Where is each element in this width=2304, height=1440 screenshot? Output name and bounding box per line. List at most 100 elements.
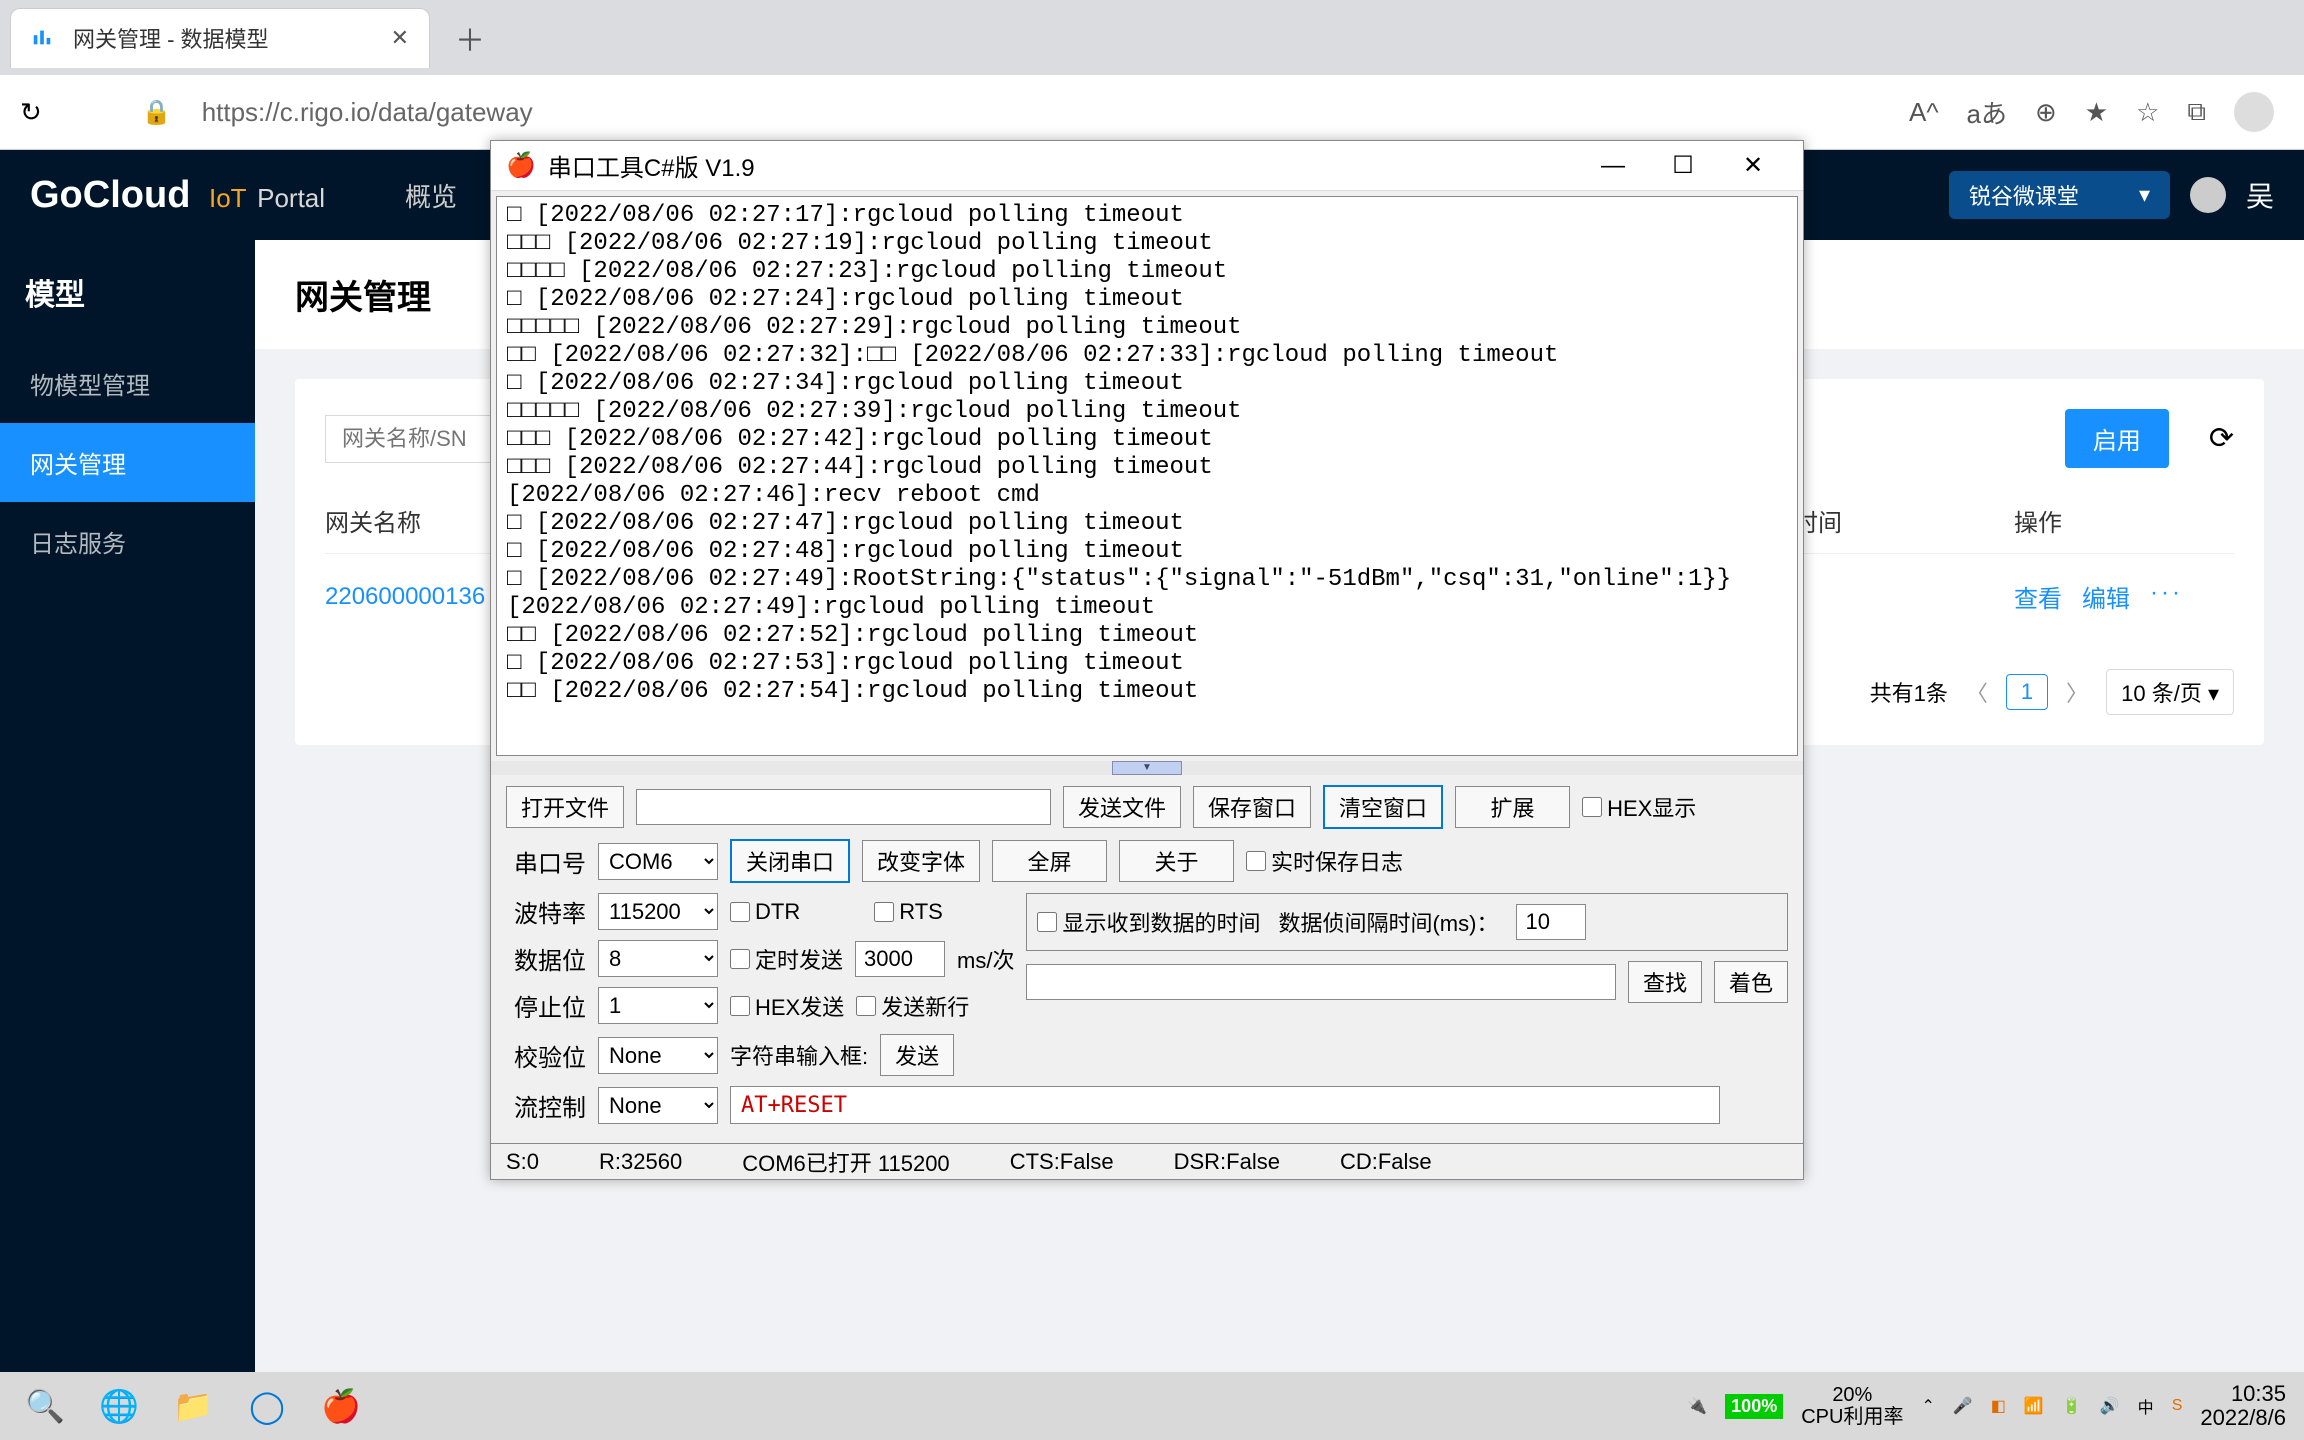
op-view[interactable]: 查看 — [2014, 579, 2062, 614]
baud-select[interactable]: 115200 — [598, 893, 718, 930]
plug-icon[interactable]: 🔌 — [1687, 1396, 1707, 1416]
find-input[interactable] — [1026, 964, 1616, 1000]
nav-overview[interactable]: 概览 — [405, 177, 457, 214]
status-cd: CD:False — [1340, 1149, 1432, 1175]
command-input[interactable] — [730, 1086, 1720, 1124]
status-s: S:0 — [506, 1149, 539, 1175]
search-icon[interactable]: 🔍 — [18, 1379, 72, 1433]
ime-icon[interactable]: 中 — [2138, 1394, 2154, 1418]
tab-close-icon[interactable]: ✕ — [391, 25, 409, 51]
app-icon: 🍎 — [506, 151, 536, 180]
pager-size[interactable]: 10 条/页 ▾ — [2106, 669, 2234, 715]
change-font-button[interactable]: 改变字体 — [862, 840, 980, 882]
portal-logo: GoCloud IoT Portal — [30, 174, 325, 217]
sogou-icon[interactable]: S — [2172, 1397, 2183, 1415]
favorites-bar-icon[interactable]: ☆ — [2136, 97, 2159, 128]
save-window-button[interactable]: 保存窗口 — [1193, 786, 1311, 828]
clock[interactable]: 10:35 2022/8/6 — [2200, 1382, 2286, 1430]
course-dropdown[interactable]: 锐谷微课堂 ▾ — [1949, 171, 2170, 219]
new-tab-button[interactable]: ＋ — [455, 16, 485, 60]
rts-checkbox[interactable]: RTS — [874, 899, 943, 925]
splitter-handle[interactable]: ▼ — [1112, 761, 1182, 775]
send-newline-checkbox[interactable]: 发送新行 — [856, 990, 969, 1022]
parity-select[interactable]: None — [598, 1037, 718, 1074]
send-button[interactable]: 发送 — [880, 1034, 954, 1076]
controls-panel: 打开文件 发送文件 保存窗口 清空窗口 扩展 HEX显示 串口号 COM6 关闭… — [491, 775, 1803, 1144]
edge-icon[interactable]: 🌐 — [92, 1379, 146, 1433]
profile-avatar[interactable] — [2234, 92, 2274, 132]
flow-label: 流控制 — [506, 1088, 586, 1123]
chevron-down-icon: ▾ — [2139, 182, 2150, 208]
flow-select[interactable]: None — [598, 1087, 718, 1124]
interval-input[interactable] — [1516, 904, 1586, 940]
dtr-checkbox[interactable]: DTR — [730, 899, 800, 925]
stopbits-select[interactable]: 1 — [598, 987, 718, 1024]
pager-next[interactable]: 〉 — [2066, 676, 2088, 708]
open-file-button[interactable]: 打开文件 — [506, 786, 624, 828]
sidebar-item-gateway-mgmt[interactable]: 网关管理 — [0, 423, 255, 502]
mic-icon[interactable]: 🎤 — [1953, 1396, 1973, 1416]
timed-ms-input[interactable] — [855, 941, 945, 977]
maximize-button[interactable]: ☐ — [1648, 142, 1718, 190]
log-output[interactable]: □ [2022/08/06 02:27:17]:rgcloud polling … — [496, 196, 1798, 756]
databits-select[interactable]: 8 — [598, 940, 718, 977]
cortana-icon[interactable]: ◯ — [240, 1379, 294, 1433]
favorite-icon[interactable]: ★ — [2085, 97, 2108, 128]
url-text[interactable]: https://c.rigo.io/data/gateway — [202, 97, 1889, 128]
cpu-widget[interactable]: 20% CPU利用率 — [1801, 1384, 1903, 1428]
battery-icon[interactable]: 🔋 — [2062, 1396, 2082, 1416]
close-port-button[interactable]: 关闭串口 — [730, 839, 850, 883]
close-button[interactable]: ✕ — [1718, 142, 1788, 190]
file-path-input[interactable] — [636, 789, 1051, 825]
hex-send-checkbox[interactable]: HEX发送 — [730, 990, 844, 1022]
sidebar-item-log-service[interactable]: 日志服务 — [0, 502, 255, 581]
explorer-icon[interactable]: 📁 — [166, 1379, 220, 1433]
zoom-icon[interactable]: ⊕ — [2035, 97, 2057, 128]
text-size-icon[interactable]: A^ — [1909, 97, 1939, 128]
battery-indicator[interactable]: 100% — [1725, 1394, 1783, 1419]
hex-display-checkbox[interactable]: HEX显示 — [1582, 791, 1696, 823]
op-more[interactable]: ··· — [2150, 579, 2183, 614]
about-button[interactable]: 关于 — [1119, 840, 1234, 882]
send-file-button[interactable]: 发送文件 — [1063, 786, 1181, 828]
collections-icon[interactable]: ⧉ — [2187, 96, 2206, 128]
lock-icon[interactable]: 🔒 — [142, 98, 172, 127]
translate-icon[interactable]: aあ — [1967, 94, 2007, 131]
tray-chevron-icon[interactable]: ⌃ — [1921, 1396, 1934, 1416]
taskbar: 🔍 🌐 📁 ◯ 🍎 🔌 100% 20% CPU利用率 ⌃ 🎤 ◧ 📶 🔋 🔊 … — [0, 1372, 2304, 1440]
extend-button[interactable]: 扩展 — [1455, 786, 1570, 828]
fullscreen-button[interactable]: 全屏 — [992, 840, 1107, 882]
user-avatar[interactable] — [2190, 177, 2226, 213]
op-edit[interactable]: 编辑 — [2082, 579, 2130, 614]
show-recv-time-checkbox[interactable]: 显示收到数据的时间 — [1037, 906, 1260, 938]
minimize-button[interactable]: ― — [1578, 142, 1648, 190]
pager-prev[interactable]: 〈 — [1966, 676, 1988, 708]
volume-icon[interactable]: 🔊 — [2100, 1396, 2120, 1416]
refresh-list-icon[interactable]: ⟳ — [2209, 421, 2234, 456]
splitter[interactable]: ▼ — [491, 761, 1803, 775]
parity-label: 校验位 — [506, 1038, 586, 1073]
defender-icon[interactable]: ◧ — [1991, 1396, 2006, 1416]
realtime-save-checkbox[interactable]: 实时保存日志 — [1246, 845, 1403, 877]
pager-total: 共有1条 — [1870, 676, 1948, 708]
window-title: 串口工具C#版 V1.9 — [548, 148, 1578, 183]
pager-current[interactable]: 1 — [2006, 674, 2048, 710]
sidebar-item-model-mgmt[interactable]: 物模型管理 — [0, 344, 255, 423]
window-titlebar[interactable]: 🍎 串口工具C#版 V1.9 ― ☐ ✕ — [491, 141, 1803, 191]
status-dsr: DSR:False — [1174, 1149, 1280, 1175]
row-ops: 查看 编辑 ··· — [2014, 579, 2234, 614]
status-bar: S:0 R:32560 COM6已打开 115200 CTS:False DSR… — [491, 1143, 1803, 1179]
logo-portal: Portal — [257, 183, 325, 213]
sidebar-title: 模型 — [0, 240, 255, 344]
serial-app-icon[interactable]: 🍎 — [314, 1379, 368, 1433]
refresh-icon[interactable]: ↻ — [20, 97, 42, 128]
color-button[interactable]: 着色 — [1714, 961, 1788, 1003]
browser-tab[interactable]: 网关管理 - 数据模型 ✕ — [10, 8, 430, 68]
timed-send-checkbox[interactable]: 定时发送 — [730, 943, 843, 975]
port-select[interactable]: COM6 — [598, 843, 718, 880]
clear-window-button[interactable]: 清空窗口 — [1323, 785, 1443, 829]
browser-tab-strip: 网关管理 - 数据模型 ✕ ＋ — [0, 0, 2304, 75]
enable-button[interactable]: 启用 — [2065, 409, 2169, 468]
find-button[interactable]: 查找 — [1628, 961, 1702, 1003]
wifi-icon[interactable]: 📶 — [2024, 1396, 2044, 1416]
